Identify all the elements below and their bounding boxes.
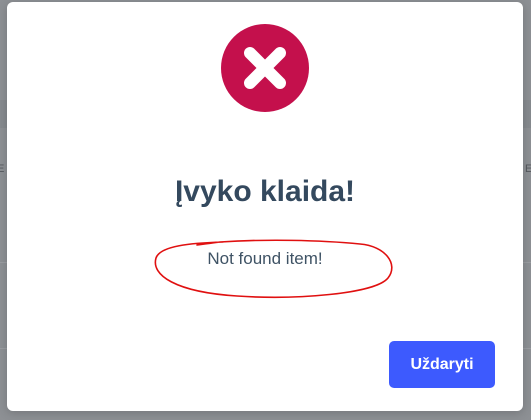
background-right-text: E bbox=[525, 163, 531, 175]
dialog-title: Įvyko klaida! bbox=[174, 175, 356, 208]
dialog-message: Not found item! bbox=[207, 249, 323, 268]
close-button[interactable]: Uždaryti bbox=[389, 341, 495, 388]
error-x-icon bbox=[221, 24, 309, 112]
background-left-text: E bbox=[0, 163, 5, 175]
error-dialog: Įvyko klaida! Not found item! Uždaryti bbox=[7, 2, 523, 411]
